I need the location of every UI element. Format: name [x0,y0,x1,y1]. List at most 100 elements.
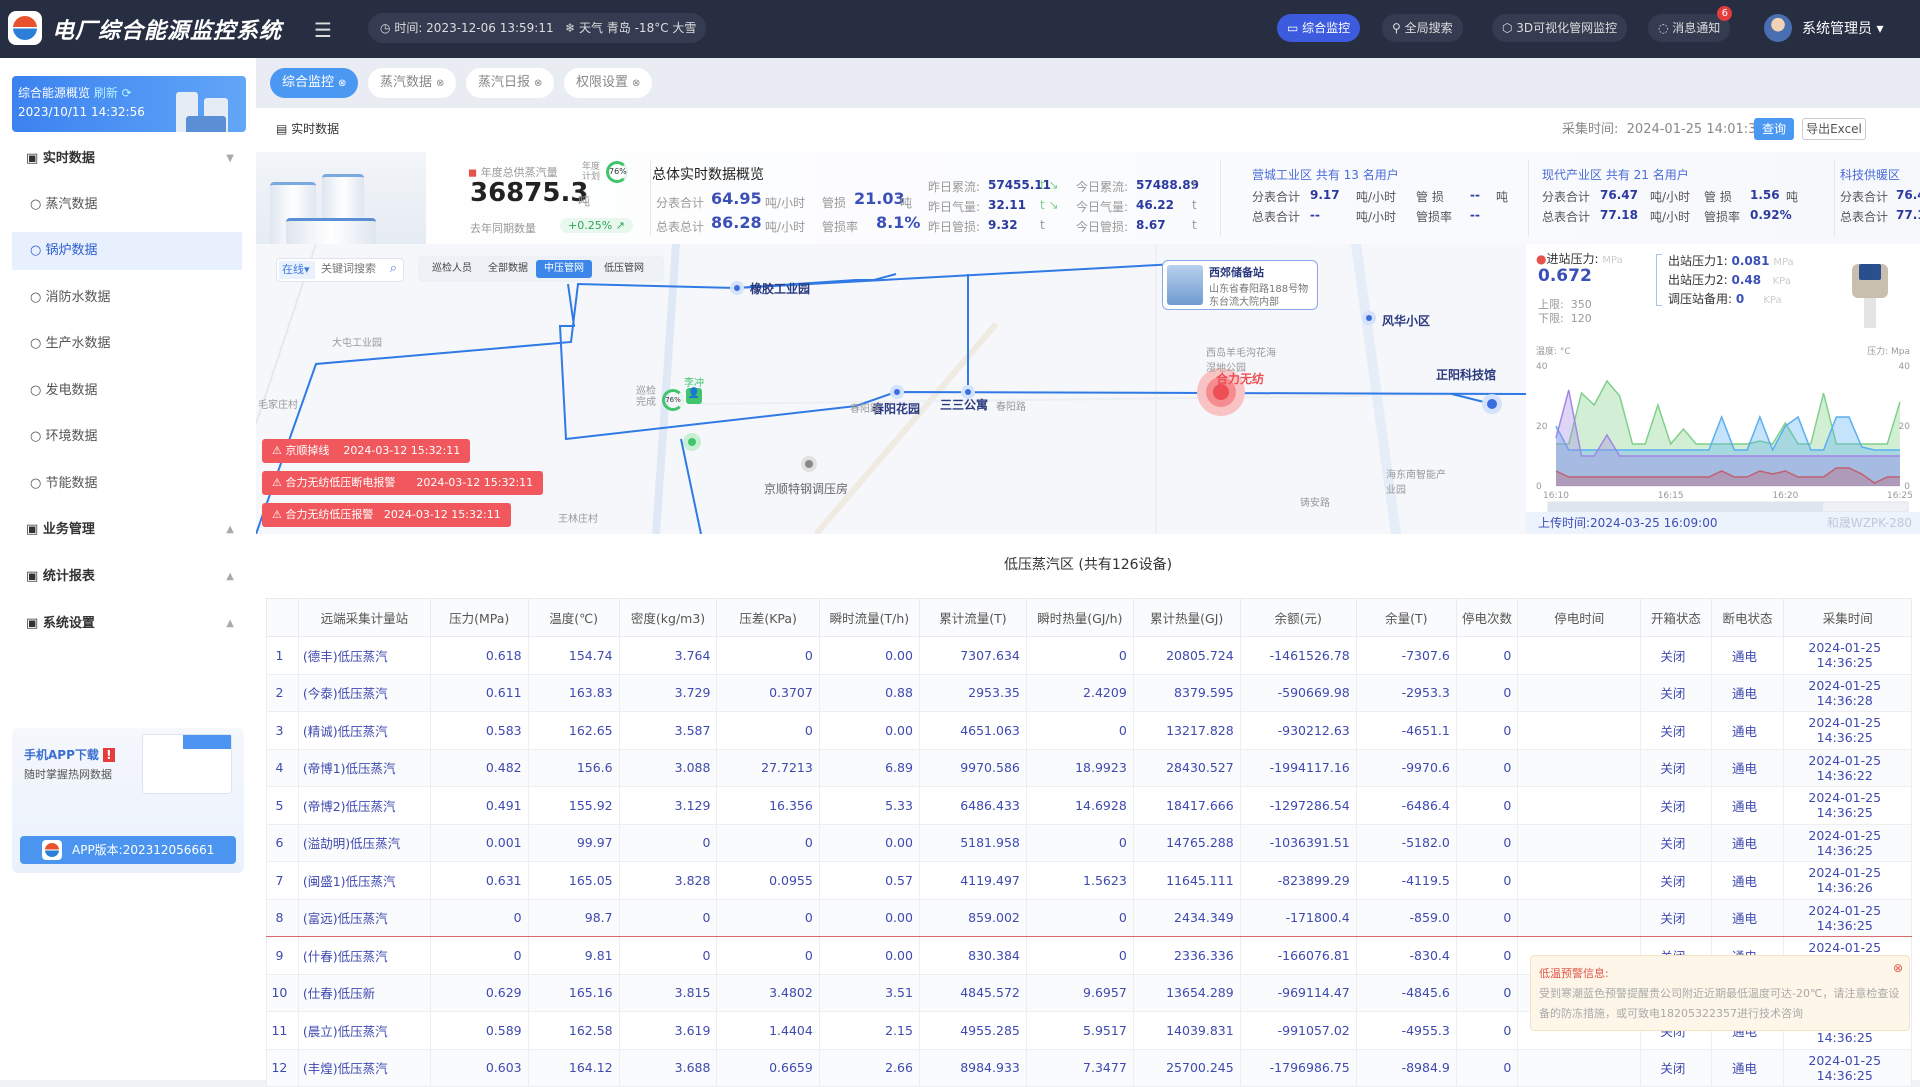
map-search[interactable]: 在线▾ ⌕ [276,258,404,282]
station-name-cell[interactable]: (富远)低压蒸汽 [297,898,431,937]
table-cell: 165.16 [527,973,620,1012]
map-place-rubber-park[interactable]: 橡胶工业园 [750,280,810,297]
nav-group-realtime[interactable]: ▣ 实时数据 ▼ [12,140,242,178]
app-download-card: 手机APP下载 ! 随时掌握热网数据 APP版本:202312056661 [12,728,244,873]
table-row[interactable]: 2 (今泰)低压蒸汽 0.611 163.83 3.729 0.3707 0.88 2953.… [266,673,1912,712]
sidebar-item-environment[interactable]: ○ 环境数据 [12,418,242,456]
column-header: 采集时间 [1783,598,1912,637]
close-icon[interactable]: ⊗ [436,78,444,89]
map-place-sansan-apartment[interactable]: 三三公寓 [940,396,988,413]
export-excel-button[interactable]: 导出Excel [1802,118,1866,140]
search-icon[interactable]: ⌕ [390,261,397,276]
station-name-cell[interactable]: (什春)低压蒸汽 [297,936,431,975]
column-header: 温度(℃) [527,598,620,637]
keyword-search-input[interactable] [321,263,381,275]
map-place-fenghua[interactable]: 风华小区 [1382,312,1430,329]
pipe-network-map[interactable]: 在线▾ ⌕ 巡检人员 全部数据 中压管网 低压管网 橡胶工业园 春阳花园 三三公… [256,244,1526,534]
monitor-icon: ▣ [26,616,43,631]
table-row[interactable]: 7 (闽盛1)低压蒸汽 0.631 165.05 3.828 0.0955 0.57 4119… [266,861,1912,900]
nav-group-reports[interactable]: ▣ 统计报表 ▲ [12,558,242,596]
alert-heli-power-cut[interactable]: ⚠ 合力无纺低压断电报警 2024-03-12 15:32:11 [262,471,544,495]
station-name-cell[interactable]: (闽盛1)低压蒸汽 [297,861,431,900]
table-cell: 0.491 [429,786,529,825]
sidebar-item-power[interactable]: ○ 发电数据 [12,372,242,410]
station-name-cell[interactable]: (溢劼明)低压蒸汽 [297,823,431,862]
person-icon[interactable]: 👤 [686,388,702,404]
clock-icon: ◷ [380,21,391,35]
overview-card[interactable]: 综合能源概览 刷新 ⟳ 2023/10/11 14:32:56 [12,76,246,132]
table-row[interactable]: 5 (帝博2)低压蒸汽 0.491 155.92 3.129 16.356 5.33 6486… [266,786,1912,825]
station-name-cell[interactable]: (仕春)低压新 [297,973,431,1012]
query-button[interactable]: 查询 [1754,118,1794,140]
table-cell: 2.15 [818,1011,920,1050]
table-cell: 0 [429,898,529,937]
nav-notifications[interactable]: ◌ 消息通知 6 [1648,6,1733,42]
tab-permissions[interactable]: 权限设置 ⊗ [564,68,653,98]
sidebar: 综合能源概览 刷新 ⟳ 2023/10/11 14:32:56 ▣ 实时数据 ▼ … [0,58,256,1080]
nav-global-search[interactable]: ⚲ 全局搜索 [1382,14,1463,42]
user-menu[interactable]: 系统管理员 ▾ [1802,18,1883,38]
close-icon[interactable]: ⊗ [1893,958,1903,978]
table-row[interactable]: 8 (富远)低压蒸汽 0 98.7 0 0 0.00 859.002 0 2434.349 -171… [266,898,1912,937]
station-name-cell[interactable]: (今泰)低压蒸汽 [297,673,431,712]
filter-all-data[interactable]: 全部数据 [480,260,536,278]
station-name-cell[interactable]: (帝博1)低压蒸汽 [297,748,431,787]
tab-steam-daily[interactable]: 蒸汽日报 ⊗ [466,68,555,98]
nav-group-settings[interactable]: ▣ 系统设置 ▲ [12,605,242,643]
nav-group-business[interactable]: ▣ 业务管理 ▲ [12,511,242,549]
filter-inspectors[interactable]: 巡检人员 [424,260,480,278]
table-cell: 0.589 [429,1011,529,1050]
tab-steam-data[interactable]: 蒸汽数据 ⊗ [368,68,457,98]
map-place-zhengyang[interactable]: 正阳科技馆 [1436,366,1496,383]
table-cell: 0 [1455,748,1519,787]
column-header [266,598,299,637]
nav-3d-pipe-monitor[interactable]: ⬡ 3D可视化管网监控 [1492,14,1628,42]
map-place-jingshun[interactable]: 京顺特钢调压房 [764,480,848,497]
station-name-cell[interactable]: (精诚)低压蒸汽 [297,711,431,750]
column-header: 远端采集计量站 [297,598,431,637]
refresh-button[interactable]: 刷新 ⟳ [94,86,132,100]
table-cell: 0.6659 [716,1048,820,1087]
tab-integrated-monitor[interactable]: 综合监控 ⊗ [270,68,359,98]
station-name-cell[interactable]: (丰煌)低压蒸汽 [297,1048,431,1087]
column-header: 断电状态 [1710,598,1785,637]
table-row[interactable]: 3 (精诚)低压蒸汽 0.583 162.65 3.587 0 0.00 4651.063 0 1… [266,711,1912,750]
plan-progress-ring: 76% [606,161,628,183]
filter-low-pressure[interactable]: 低压管网 [596,260,652,278]
close-icon[interactable]: ⊗ [534,78,542,89]
alert-jingshun-offline[interactable]: ⚠ 京顺掉线 2024-03-12 15:32:11 [262,439,471,463]
notification-badge: 6 [1717,6,1733,21]
station-name-cell[interactable]: (晨立)低压蒸汽 [297,1011,431,1050]
close-icon[interactable]: ⊗ [632,78,640,89]
sidebar-item-fire-water[interactable]: ○ 消防水数据 [12,279,242,317]
table-cell: 0 [1455,636,1519,675]
main-content: ▤ 实时数据 采集时间: 2024-01-25 14:01:33 查询 导出Ex… [256,108,1920,1087]
table-cell: 9970.586 [918,748,1027,787]
today-flow: 57488.89 [1136,178,1200,192]
table-row[interactable]: 4 (帝博1)低压蒸汽 0.482 156.6 3.088 27.7213 6.89 9970… [266,748,1912,787]
sidebar-item-energy-saving[interactable]: ○ 节能数据 [12,465,242,503]
nav-integrated-monitor[interactable]: ▭ 综合监控 [1277,14,1361,42]
filter-medium-pressure[interactable]: 中压管网 [536,260,592,278]
sidebar-item-boiler[interactable]: ○ 锅炉数据 [12,232,242,270]
station-name-cell[interactable]: (德丰)低压蒸汽 [297,636,431,675]
sidebar-item-steam[interactable]: ○ 蒸汽数据 [12,186,242,224]
sidebar-item-production-water[interactable]: ○ 生产水数据 [12,325,242,363]
table-row[interactable]: 1 (德丰)低压蒸汽 0.618 154.74 3.764 0 0.00 7307.634 0 2… [266,636,1912,675]
table-cell: -969114.47 [1239,973,1357,1012]
app-version-button[interactable]: APP版本:202312056661 [20,836,236,864]
table-cell: 165.05 [527,861,620,900]
table-cell: 0.618 [429,636,529,675]
menu-toggle-icon[interactable]: ☰ [314,18,332,42]
table-row[interactable]: 12 (丰煌)低压蒸汽 0.603 164.12 3.688 0.6659 2.66 8984… [266,1048,1912,1087]
status-select[interactable]: 在线▾ [279,261,315,279]
alert-heli-low-pressure[interactable]: ⚠ 合力无纺低压报警 2024-03-12 15:32:11 [262,503,511,527]
inspector-name[interactable]: 李冲 [684,374,704,389]
close-icon[interactable]: ⊗ [338,78,346,89]
column-header: 开箱状态 [1640,598,1712,637]
station-card-xijiao[interactable]: 西郊储备站 山东省春阳路188号物 东台流大院内部 [1162,260,1318,310]
avatar[interactable] [1764,14,1792,42]
table-row[interactable]: 6 (溢劼明)低压蒸汽 0.001 99.97 0 0 0.00 5181.958 0 14765… [266,823,1912,862]
station-name-cell[interactable]: (帝博2)低压蒸汽 [297,786,431,825]
app-title: 电厂综合能源监控系统 [52,19,283,44]
